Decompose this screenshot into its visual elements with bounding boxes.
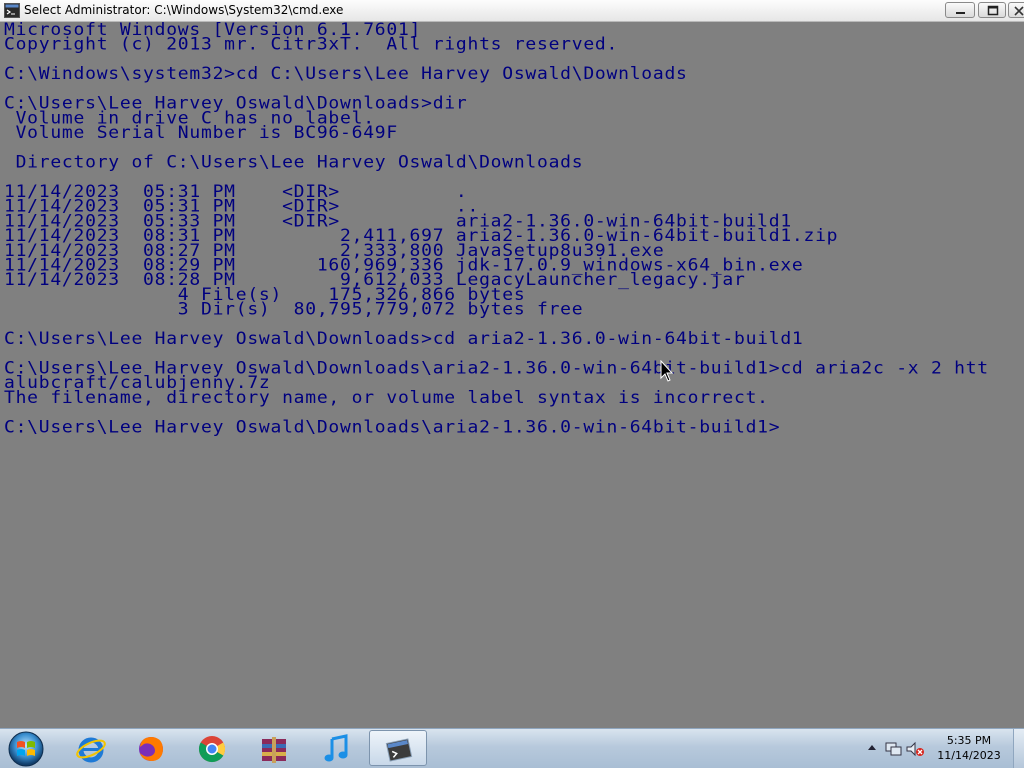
taskbar-cmd[interactable] xyxy=(369,730,427,766)
winrar-icon xyxy=(262,737,286,763)
console-line: 3 Dir(s) 80,795,779,072 bytes free xyxy=(4,299,584,320)
windows-start-orb-icon[interactable] xyxy=(6,730,46,768)
taskbar-chrome[interactable] xyxy=(183,730,241,766)
title-bar[interactable]: Select Administrator: C:\Windows\System3… xyxy=(0,0,1024,22)
clock-time: 5:35 PM xyxy=(946,734,992,747)
taskbar-winrar[interactable] xyxy=(245,730,303,766)
taskbar-itunes[interactable] xyxy=(307,730,365,766)
cmd-icon xyxy=(4,3,20,18)
console-line: C:\Windows\system32>cd C:\Users\Lee Harv… xyxy=(4,64,688,84)
clock-date: 11/14/2023 xyxy=(937,749,1001,762)
taskbar-clock[interactable]: 5:35 PM 11/14/2023 xyxy=(929,733,1009,763)
console-line: Volume Serial Number is BC96-649F xyxy=(4,123,398,143)
show-hidden-icons-icon[interactable] xyxy=(867,743,877,751)
window-title: Select Administrator: C:\Windows\System3… xyxy=(24,3,344,17)
show-desktop-button[interactable] xyxy=(1013,729,1024,768)
network-icon[interactable] xyxy=(885,741,903,757)
console-line: C:\Users\Lee Harvey Oswald\Downloads\ari… xyxy=(4,417,781,437)
maximize-icon xyxy=(987,5,999,16)
taskbar-firefox[interactable] xyxy=(122,730,180,766)
minimize-button[interactable] xyxy=(945,2,975,18)
cmd-window[interactable]: Select Administrator: C:\Windows\System3… xyxy=(0,0,1024,728)
minimize-icon xyxy=(956,12,965,14)
system-tray: 5:35 PM 11/14/2023 xyxy=(859,729,1024,768)
volume-muted-icon[interactable] xyxy=(905,741,925,757)
console-line: C:\Users\Lee Harvey Oswald\Downloads>cd … xyxy=(4,329,804,349)
close-button[interactable] xyxy=(1008,2,1024,18)
firefox-icon xyxy=(139,737,163,761)
mouse-pointer-icon xyxy=(660,360,674,382)
maximize-button[interactable] xyxy=(978,2,1006,18)
taskbar-internet-explorer[interactable] xyxy=(62,730,120,766)
console-line: Directory of C:\Users\Lee Harvey Oswald\… xyxy=(4,152,584,173)
chrome-icon xyxy=(198,736,226,763)
console-line: Copyright (c) 2013 mr. Citr3xT. All righ… xyxy=(4,34,619,55)
close-icon xyxy=(1014,6,1024,16)
taskbar: 5:35 PM 11/14/2023 xyxy=(0,728,1024,768)
itunes-music-icon xyxy=(324,734,348,762)
cmd-window-icon xyxy=(385,738,413,762)
console-output[interactable]: Microsoft Windows [Version 6.1.7601] Copy… xyxy=(4,22,1024,667)
internet-explorer-icon xyxy=(76,737,106,763)
console-line: The filename, directory name, or volume … xyxy=(4,388,769,408)
